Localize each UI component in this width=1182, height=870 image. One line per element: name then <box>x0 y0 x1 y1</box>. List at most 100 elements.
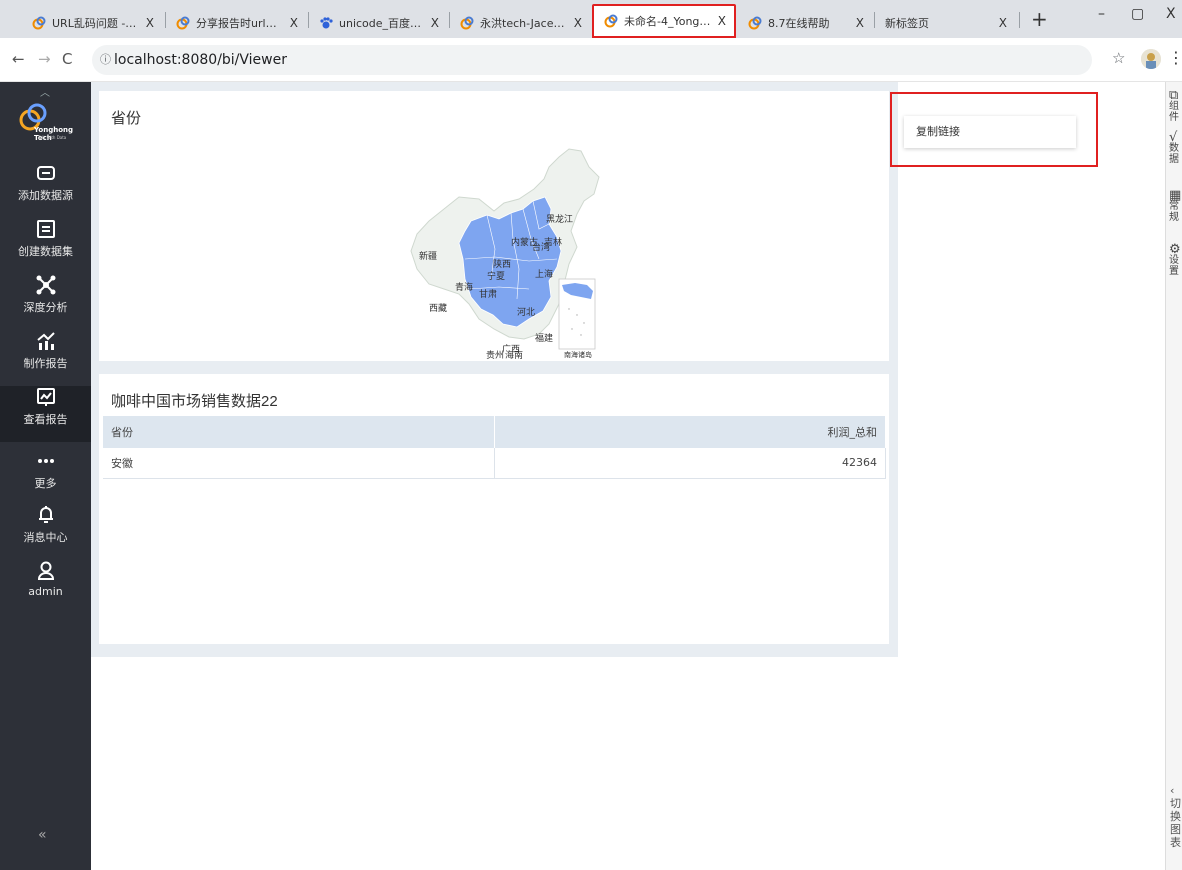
rightbar-item-label: 数据 <box>1169 143 1179 165</box>
rightbar-item-settings[interactable]: ⚙ 设置 <box>1169 242 1182 277</box>
forward-arrow-icon[interactable]: → <box>38 50 51 68</box>
sidebar-collapse-icon[interactable]: « <box>38 827 47 843</box>
yonghong-favicon-icon <box>748 16 762 29</box>
tab-title: 8.7在线帮助 <box>768 16 830 30</box>
sidebar-item-deep-analysis[interactable]: 深度分析 <box>0 274 91 330</box>
table-panel[interactable]: 咖啡中国市场销售数据22 省份 利润_总和 安徽 42364 <box>99 374 889 644</box>
user-icon <box>37 561 54 580</box>
map-panel[interactable]: 省份 黑龙江 内蒙古 吉林 台湾 新疆 陕西 宁夏 上海 青海 甘肃 西藏 河北… <box>99 91 889 361</box>
yonghong-favicon-icon <box>32 16 46 29</box>
sidebar-item-more[interactable]: 更多 <box>0 450 91 506</box>
browser-tab-6[interactable]: 8.7在线帮助 X <box>738 7 872 38</box>
browser-tab-bar: URL乱码问题 - 产品问 X 分享报告时url中的中文 X unicode_百… <box>0 0 1182 38</box>
data-icon: √ <box>1169 130 1178 145</box>
sidebar-item-label: 添加数据源 <box>18 189 73 202</box>
column-header-province[interactable]: 省份 <box>103 416 495 448</box>
tab-title: URL乱码问题 - 产品问 <box>52 16 140 30</box>
bell-icon <box>38 506 53 523</box>
browser-tab-4[interactable]: 永洪tech-Jace - 洪豆社 X <box>450 7 590 38</box>
rightbar-item-general[interactable]: ▦ 常规 <box>1169 188 1182 223</box>
map-label-shanghai: 上海 <box>535 268 553 280</box>
sidebar-item-label: 创建数据集 <box>18 245 73 258</box>
component-icon: ⧉ <box>1169 88 1179 103</box>
info-icon[interactable]: ⓘ <box>100 45 111 75</box>
china-map[interactable]: 黑龙江 内蒙古 吉林 台湾 新疆 陕西 宁夏 上海 青海 甘肃 西藏 河北 福建… <box>399 139 629 359</box>
chevron-left-icon: ‹ <box>1170 784 1175 797</box>
map-label-hebei: 河北 <box>517 306 535 318</box>
sidebar-item-label: 查看报告 <box>23 413 68 426</box>
avatar-image <box>1141 49 1161 69</box>
map-label-guizhou: 贵州 <box>486 349 504 359</box>
rightbar-item-component[interactable]: ⧉ 组件 <box>1169 88 1182 123</box>
yonghong-favicon-icon <box>604 14 618 28</box>
baidu-paw-icon <box>320 16 333 28</box>
sidebar-item-label: 深度分析 <box>23 301 68 314</box>
new-tab-button[interactable]: + <box>1031 7 1048 31</box>
yonghong-favicon-icon <box>176 16 190 29</box>
tab-title: 分享报告时url中的中文 <box>196 16 284 30</box>
url-input[interactable]: ⓘ localhost:8080/bi/Viewer <box>92 45 1092 75</box>
rightbar-item-data[interactable]: √ 数据 <box>1169 130 1182 165</box>
tab-close-icon[interactable]: X <box>718 14 726 28</box>
back-arrow-icon[interactable]: ← <box>12 50 25 68</box>
right-tool-strip: ⧉ 组件 √ 数据 ▦ 常规 ⚙ 设置 ‹ 切换图表 <box>1165 82 1182 870</box>
tab-close-icon[interactable]: X <box>431 16 439 30</box>
sidebar-item-create-dataset[interactable]: 创建数据集 <box>0 218 91 274</box>
browser-tab-3[interactable]: unicode_百度搜索 X <box>309 7 447 38</box>
tab-close-icon[interactable]: X <box>574 16 582 30</box>
tab-separator <box>1019 12 1020 28</box>
switch-chart-label: 切换图表 <box>1170 797 1181 849</box>
sidebar-item-messages[interactable]: 消息中心 <box>0 504 91 560</box>
map-label-qinghai: 青海 <box>455 281 473 293</box>
tab-title: 未命名-4_Yonghong <box>624 15 712 28</box>
report-canvas: 省份 黑龙江 内蒙古 吉林 台湾 新疆 陕西 宁夏 上海 青海 甘肃 西藏 河北… <box>91 82 898 657</box>
map-label-taiwan: 台湾 <box>532 241 550 253</box>
map-label-xinjiang: 新疆 <box>419 250 437 262</box>
rightbar-item-label: 设置 <box>1169 255 1179 277</box>
table-cell-profit: 42364 <box>494 448 886 479</box>
tab-close-icon[interactable]: X <box>999 16 1007 30</box>
map-panel-title: 省份 <box>111 110 142 127</box>
yonghong-favicon-icon <box>460 16 474 29</box>
browser-tab-2[interactable]: 分享报告时url中的中文 X <box>166 7 306 38</box>
sidebar-item-make-report[interactable]: 制作报告 <box>0 330 91 386</box>
map-label-xizang: 西藏 <box>429 302 447 314</box>
browser-tab-1[interactable]: URL乱码问题 - 产品问 X <box>22 7 162 38</box>
switch-chart-button[interactable]: ‹ 切换图表 <box>1170 784 1182 849</box>
reload-icon[interactable]: C <box>62 50 72 68</box>
browser-tab-active[interactable]: 未命名-4_Yonghong X <box>592 4 736 38</box>
datasource-icon <box>36 166 55 180</box>
grid-icon: ▦ <box>1169 188 1182 203</box>
map-label-ningxia: 宁夏 <box>487 270 505 282</box>
logo-subtext: Talk with Data <box>38 135 67 140</box>
copy-link-menu-item[interactable]: 复制链接 <box>904 116 1076 148</box>
profile-avatar[interactable] <box>1141 49 1161 69</box>
tab-close-icon[interactable]: X <box>146 16 154 30</box>
sidebar-item-label: 消息中心 <box>23 531 68 544</box>
sidebar-item-user[interactable]: admin <box>0 560 91 616</box>
app-sidebar: ︿ Yonghong Tech Talk with Data 添加数据源 创建数… <box>0 82 91 870</box>
sidebar-item-label: 制作报告 <box>23 357 68 370</box>
gear-icon: ⚙ <box>1169 242 1181 257</box>
south-sea-inset-label: 南海诸岛 <box>564 350 592 359</box>
browser-menu-icon[interactable]: ⋮ <box>1168 48 1182 67</box>
tab-title: unicode_百度搜索 <box>339 16 425 30</box>
table-row[interactable]: 安徽 42364 <box>103 448 886 479</box>
dataset-icon <box>36 220 55 238</box>
data-table: 省份 利润_总和 安徽 42364 <box>103 416 886 479</box>
sidebar-item-add-datasource[interactable]: 添加数据源 <box>0 162 91 218</box>
bookmark-star-icon[interactable]: ☆ <box>1112 49 1125 67</box>
minimize-button[interactable]: – <box>1098 6 1105 22</box>
column-header-profit-sum[interactable]: 利润_总和 <box>494 416 886 448</box>
map-label-fujian: 福建 <box>535 332 553 344</box>
maximize-button[interactable]: ▢ <box>1131 6 1144 22</box>
sidebar-item-label: admin <box>28 585 63 598</box>
browser-tab-7[interactable]: 新标签页 X <box>875 7 1015 38</box>
close-window-button[interactable]: X <box>1166 6 1176 22</box>
map-label-gansu: 甘肃 <box>479 288 497 300</box>
tab-close-icon[interactable]: X <box>856 16 864 30</box>
map-label-heilongjiang: 黑龙江 <box>546 213 573 225</box>
sidebar-item-view-report[interactable]: 查看报告 <box>0 386 91 442</box>
tab-close-icon[interactable]: X <box>290 16 298 30</box>
browser-address-bar: ← → C ⓘ localhost:8080/bi/Viewer ☆ ⋮ <box>0 38 1182 82</box>
